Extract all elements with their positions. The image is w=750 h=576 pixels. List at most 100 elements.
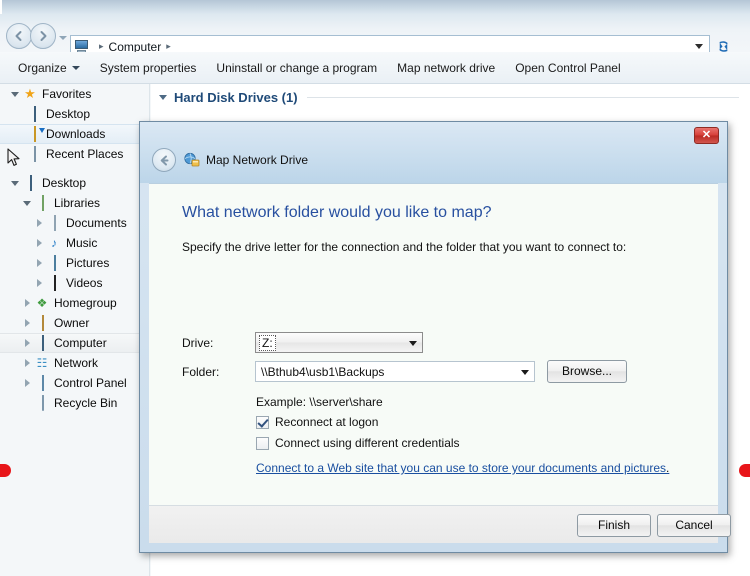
forward-arrow-icon (40, 31, 47, 41)
connect-to-web-site-link[interactable]: Connect to a Web site that you can use t… (256, 461, 666, 475)
libraries-folder-icon (34, 195, 50, 211)
music-note-icon: ♪ (51, 236, 57, 250)
navigation-pane[interactable]: ★ Favorites Desktop Downloads Recent Pla… (0, 84, 150, 576)
back-arrow-icon (15, 31, 22, 41)
sidebar-item-homegroup[interactable]: ❖ Homegroup (0, 293, 149, 313)
close-button[interactable]: ✕ (694, 127, 719, 144)
star-icon: ★ (24, 86, 36, 101)
command-system-properties[interactable]: System properties (90, 57, 207, 79)
dialog-title-bar: ✕ Map Network Drive (140, 122, 727, 183)
sidebar-item-desktop-favorite[interactable]: Desktop (0, 104, 149, 124)
connect-to-web-site-link-wrapper[interactable]: Connect to a Web site that you can use t… (256, 461, 669, 475)
sidebar-item-label: Network (54, 356, 99, 370)
command-organize[interactable]: Organize (8, 57, 90, 79)
breadcrumb-separator: ▸ (99, 41, 104, 51)
chevron-right-icon[interactable] (32, 273, 46, 293)
sidebar-item-desktop[interactable]: Desktop (0, 173, 149, 193)
checkbox-box-icon (256, 436, 269, 450)
annotation-marker-right (739, 464, 750, 477)
sidebar-item-label: Favorites (42, 87, 92, 101)
example-path-text: Example: \\server\share (256, 395, 383, 409)
dialog-subheading: Specify the drive letter for the connect… (182, 240, 627, 254)
sidebar-item-network[interactable]: ☷ Network (0, 353, 149, 373)
reconnect-at-logon-checkbox[interactable]: Reconnect at logon (256, 415, 378, 429)
folder-label: Folder: (182, 365, 220, 379)
chevron-right-icon[interactable] (20, 333, 34, 353)
breadcrumb-separator-trailing[interactable]: ▸ (166, 41, 171, 52)
dialog-title: Map Network Drive (206, 153, 309, 167)
dialog-back-button[interactable] (152, 148, 176, 172)
browse-button[interactable]: Browse... (547, 360, 627, 383)
map-network-drive-dialog: ✕ Map Network Drive What network folder … (139, 121, 731, 553)
chevron-right-icon[interactable] (20, 353, 34, 373)
chevron-down-icon (409, 341, 417, 346)
sidebar-item-label: Documents (66, 216, 127, 230)
sidebar-item-label: Libraries (54, 196, 101, 210)
chevron-down-icon[interactable] (8, 84, 22, 104)
sidebar-item-favorites[interactable]: ★ Favorites (0, 84, 149, 104)
sidebar-item-label: Homegroup (54, 296, 117, 310)
computer-icon (34, 335, 50, 351)
monitor-icon (26, 106, 42, 122)
sidebar-item-label: Desktop (42, 176, 87, 190)
window-title-bar (0, 0, 750, 15)
command-map-network-drive[interactable]: Map network drive (387, 57, 505, 79)
command-bar: Organize System properties Uninstall or … (0, 52, 750, 84)
chevron-right-icon[interactable] (32, 253, 46, 273)
chevron-right-icon[interactable] (20, 293, 34, 313)
sidebar-item-label: Music (66, 236, 98, 250)
sidebar-item-recent-places[interactable]: Recent Places (0, 144, 149, 164)
sidebar-item-documents[interactable]: Documents (0, 213, 149, 233)
history-dropdown-icon[interactable] (59, 36, 67, 40)
finish-button[interactable]: Finish (577, 514, 651, 537)
control-panel-icon (34, 375, 50, 391)
sidebar-item-label: Control Panel (54, 376, 127, 390)
chevron-down-icon (71, 66, 80, 71)
chevron-right-icon[interactable] (20, 373, 34, 393)
chevron-right-icon[interactable] (32, 233, 46, 253)
chevron-right-icon[interactable] (20, 313, 34, 333)
sidebar-item-control-panel[interactable]: Control Panel (0, 373, 149, 393)
dialog-heading: What network folder would you like to ma… (182, 204, 492, 221)
sidebar-item-owner[interactable]: Owner (0, 313, 149, 333)
sidebar-item-videos[interactable]: Videos (0, 273, 149, 293)
command-uninstall-or-change-a-program[interactable]: Uninstall or change a program (206, 57, 387, 79)
folder-input[interactable]: \\Bthub4\usb1\Backups (255, 361, 535, 382)
chevron-down-icon[interactable] (159, 95, 167, 100)
drive-select[interactable]: Z: (255, 332, 423, 353)
sidebar-item-recycle-bin[interactable]: Recycle Bin (0, 393, 149, 413)
back-button[interactable] (6, 23, 32, 49)
folder-input-value: \\Bthub4\usb1\Backups (261, 365, 385, 379)
sidebar-item-label: Videos (66, 276, 103, 290)
chevron-down-icon[interactable] (521, 370, 529, 375)
user-folder-icon (34, 315, 50, 331)
sidebar-item-label: Pictures (66, 256, 110, 270)
command-open-control-panel[interactable]: Open Control Panel (505, 57, 630, 79)
sidebar-item-computer[interactable]: Computer (0, 333, 149, 353)
sidebar-item-label: Downloads (46, 127, 106, 141)
chevron-down-icon[interactable] (8, 173, 22, 193)
chevron-down-icon[interactable] (20, 193, 34, 213)
sidebar-item-label: Computer (54, 336, 107, 350)
forward-button[interactable] (30, 23, 56, 49)
checkbox-label: Connect using different credentials (275, 436, 460, 450)
recycle-bin-icon (34, 395, 50, 411)
recent-places-icon (26, 146, 42, 162)
hard-disk-drives-group-header[interactable]: Hard Disk Drives (1) (159, 90, 739, 105)
cancel-button[interactable]: Cancel (657, 514, 731, 537)
command-organize-label: Organize (18, 60, 67, 75)
chevron-right-icon[interactable] (32, 213, 46, 233)
drive-label: Drive: (182, 336, 214, 350)
link-trailing-period: . (666, 461, 670, 475)
sidebar-item-music[interactable]: ♪ Music (0, 233, 149, 253)
sidebar-item-downloads[interactable]: Downloads (0, 124, 149, 144)
monitor-icon (22, 175, 38, 191)
sidebar-item-pictures[interactable]: Pictures (0, 253, 149, 273)
group-header-rule (306, 97, 739, 98)
checkbox-label: Reconnect at logon (275, 415, 379, 429)
picture-icon (46, 255, 62, 271)
downloads-folder-icon (26, 126, 42, 142)
sidebar-item-libraries[interactable]: Libraries (0, 193, 149, 213)
connect-using-different-credentials-checkbox[interactable]: Connect using different credentials (256, 436, 460, 450)
